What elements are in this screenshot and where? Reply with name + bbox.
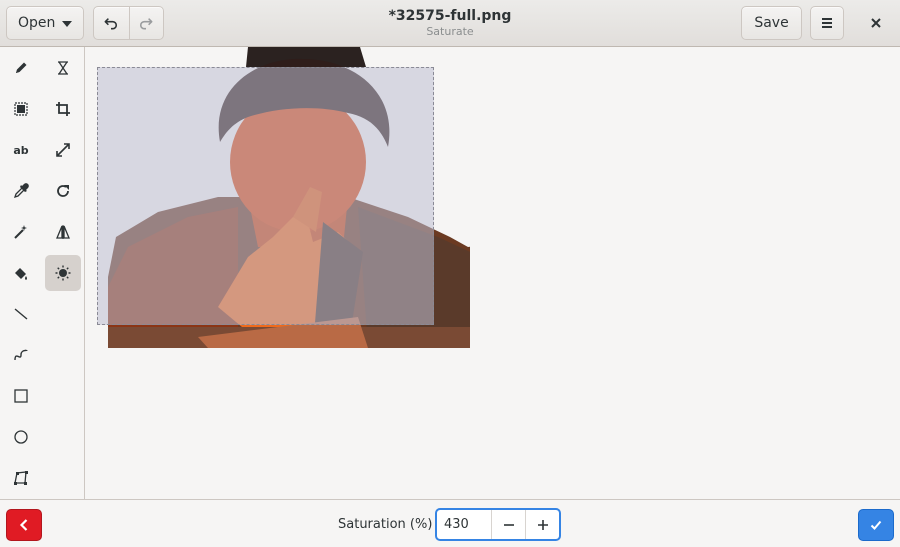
crop-icon <box>56 102 70 116</box>
undo-redo-group <box>93 6 164 40</box>
checkmark-icon <box>870 520 882 530</box>
paint-tool[interactable] <box>3 255 39 291</box>
text-tool[interactable]: ab <box>3 132 39 168</box>
brightness-icon <box>55 265 71 281</box>
back-arrow-icon <box>19 519 28 531</box>
increase-button[interactable] <box>525 510 559 539</box>
text-icon: ab <box>13 143 29 157</box>
color-picker-tool[interactable] <box>3 173 39 209</box>
open-button[interactable]: Open <box>6 6 84 40</box>
saturation-label: Saturation (%) <box>338 517 433 532</box>
curve-icon <box>14 349 28 361</box>
save-button[interactable]: Save <box>741 6 802 40</box>
save-button-label: Save <box>754 15 789 31</box>
scale-icon <box>56 143 70 157</box>
paint-bucket-icon <box>15 268 27 280</box>
flip-icon <box>56 225 70 239</box>
scale-tool[interactable] <box>45 132 81 168</box>
freeshape-icon <box>14 471 28 485</box>
highlighter-tool[interactable] <box>45 50 81 86</box>
selection-rectangle[interactable] <box>97 67 434 325</box>
header-bar: Open *32575-full.png Saturate Save <box>0 0 900 47</box>
plus-icon <box>537 519 548 530</box>
highlighter-icon <box>58 61 68 75</box>
magic-wand-icon <box>14 225 27 239</box>
line-tool[interactable] <box>3 296 39 332</box>
close-window-button[interactable] <box>860 6 892 40</box>
rectangle-tool[interactable] <box>3 378 39 414</box>
rotate-tool[interactable] <box>45 173 81 209</box>
close-icon <box>871 18 881 28</box>
undo-icon <box>104 18 118 30</box>
open-button-label: Open <box>18 15 56 31</box>
filters-tool[interactable] <box>3 214 39 250</box>
pencil-icon <box>16 62 27 73</box>
circle-tool[interactable] <box>3 419 39 455</box>
image-canvas[interactable] <box>86 47 900 499</box>
main-menu-button[interactable] <box>810 6 844 40</box>
app-window: Open *32575-full.png Saturate Save ab Sa… <box>0 0 900 547</box>
rectangle-select-icon <box>14 102 28 116</box>
eyedropper-icon <box>13 183 29 199</box>
apply-button[interactable] <box>858 509 894 541</box>
selection-tool[interactable] <box>3 91 39 127</box>
undo-button[interactable] <box>94 7 129 39</box>
line-icon <box>14 308 28 320</box>
tools-sidebar: ab <box>0 47 85 499</box>
saturation-spinbutton <box>435 508 561 541</box>
pencil-tool[interactable] <box>3 50 39 86</box>
redo-icon <box>140 18 153 30</box>
chevron-down-icon <box>62 21 72 27</box>
saturation-input[interactable] <box>437 510 491 539</box>
flip-tool[interactable] <box>45 214 81 250</box>
bottom-options-bar: Saturation (%) <box>0 499 900 547</box>
minus-icon <box>503 523 514 526</box>
hamburger-menu-icon <box>822 18 832 28</box>
window-title: *32575-full.png <box>388 8 512 24</box>
cancel-button[interactable] <box>6 509 42 541</box>
freeshape-tool[interactable] <box>3 460 39 496</box>
circle-icon <box>14 430 28 444</box>
decrease-button[interactable] <box>491 510 525 539</box>
rotate-icon <box>57 185 69 197</box>
window-subtitle: Saturate <box>426 25 474 38</box>
crop-tool[interactable] <box>45 91 81 127</box>
saturate-tool[interactable] <box>45 255 81 291</box>
window-title-area: *32575-full.png Saturate <box>330 8 570 39</box>
curve-tool[interactable] <box>3 337 39 373</box>
rectangle-icon <box>14 389 28 403</box>
redo-button[interactable] <box>128 7 164 39</box>
